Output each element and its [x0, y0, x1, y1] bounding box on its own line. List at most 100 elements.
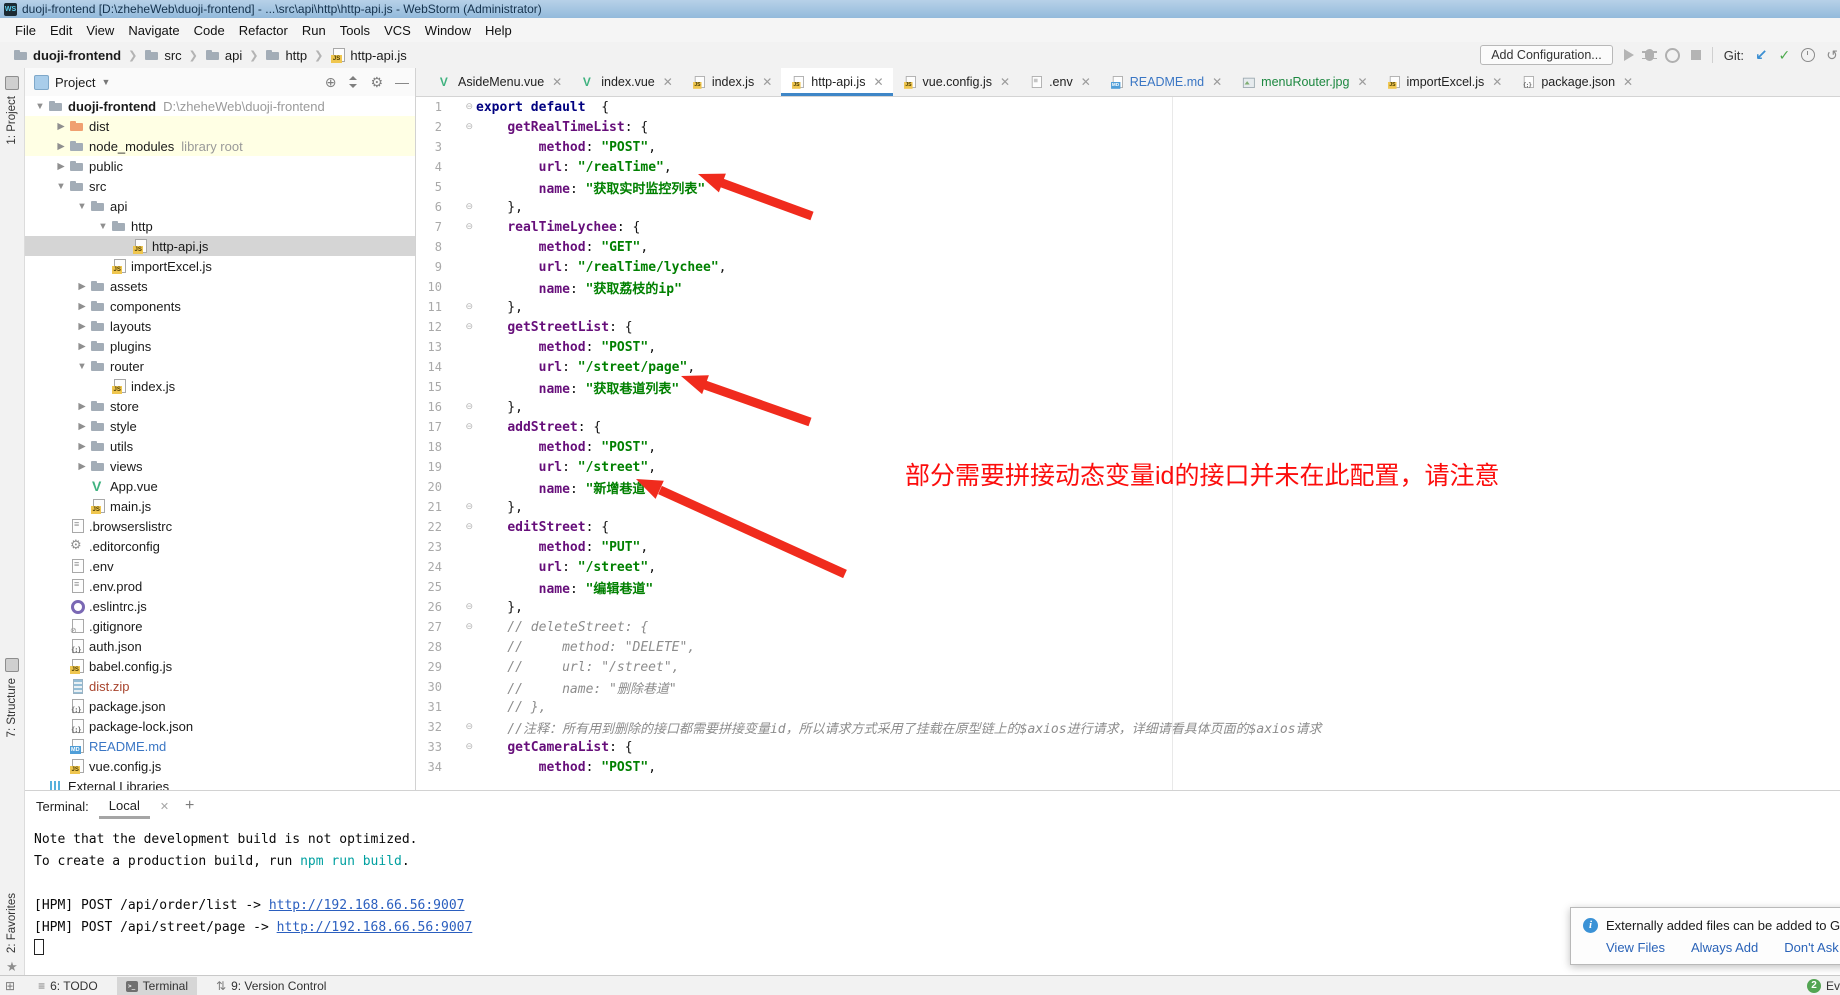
close-icon[interactable]: ✕	[1081, 75, 1091, 89]
menu-window[interactable]: Window	[418, 21, 478, 40]
close-icon[interactable]: ✕	[1357, 75, 1367, 89]
statusbar-item-6--todo[interactable]: ≡6: TODO	[29, 977, 107, 995]
rollback-icon[interactable]: ↺	[1826, 47, 1838, 64]
terminal-link[interactable]: http://192.168.66.56:9007	[277, 920, 473, 935]
run-icon[interactable]	[1624, 49, 1634, 61]
tree-item-main-js[interactable]: main.js	[24, 496, 415, 516]
breadcrumb-item-http[interactable]: http	[262, 46, 310, 64]
tab-readme-md[interactable]: README.md✕	[1100, 68, 1231, 96]
tree-item-src[interactable]: ▼src	[24, 176, 415, 196]
menu-help[interactable]: Help	[478, 21, 519, 40]
breadcrumb-item-http-api-js[interactable]: http-api.js	[327, 46, 409, 64]
tree-item--env-prod[interactable]: .env.prod	[24, 576, 415, 596]
tree-item-app-vue[interactable]: App.vue	[24, 476, 415, 496]
close-icon[interactable]: ✕	[762, 75, 772, 89]
tree-item-components[interactable]: ▶components	[24, 296, 415, 316]
tool-window-switcher-icon[interactable]: ⊞	[5, 979, 15, 993]
tree-item-package-lock-json[interactable]: package-lock.json	[24, 716, 415, 736]
tree-item-http[interactable]: ▼http	[24, 216, 415, 236]
fold-marker-icon[interactable]: ⊖	[442, 122, 476, 132]
tree-item-style[interactable]: ▶style	[24, 416, 415, 436]
statusbar-item-terminal[interactable]: >_Terminal	[117, 977, 197, 995]
tree-item--eslintrc-js[interactable]: .eslintrc.js	[24, 596, 415, 616]
tree-item--env[interactable]: .env	[24, 556, 415, 576]
tree-item-api[interactable]: ▼api	[24, 196, 415, 216]
terminal-tab-local[interactable]: Local	[99, 794, 150, 819]
profiler-icon[interactable]	[1665, 48, 1680, 63]
chevron-right-icon[interactable]: ▶	[74, 461, 90, 472]
chevron-right-icon[interactable]: ▶	[53, 161, 69, 172]
close-icon[interactable]: ✕	[663, 75, 673, 89]
chevron-down-icon[interactable]: ▼	[95, 221, 111, 232]
tree-item-vue-config-js[interactable]: vue.config.js	[24, 756, 415, 776]
sidebar-tab-favorites[interactable]: 2: Favorites ★	[0, 893, 24, 975]
tab-asidemenu-vue[interactable]: AsideMenu.vue✕	[428, 68, 571, 96]
chevron-right-icon[interactable]: ▶	[74, 421, 90, 432]
fold-marker-icon[interactable]: ⊖	[442, 302, 476, 312]
fold-marker-icon[interactable]: ⊖	[442, 202, 476, 212]
add-configuration-button[interactable]: Add Configuration...	[1480, 45, 1613, 65]
collapse-all-icon[interactable]	[348, 76, 358, 88]
chevron-right-icon[interactable]: ▶	[74, 441, 90, 452]
terminal-cursor[interactable]	[34, 939, 44, 955]
tree-item-babel-config-js[interactable]: babel.config.js	[24, 656, 415, 676]
tree-item-package-json[interactable]: package.json	[24, 696, 415, 716]
tree-item-readme-md[interactable]: README.md	[24, 736, 415, 756]
tree-item-views[interactable]: ▶views	[24, 456, 415, 476]
tab-vue-config-js[interactable]: vue.config.js✕	[893, 68, 1020, 96]
fold-marker-icon[interactable]: ⊖	[442, 522, 476, 532]
menu-edit[interactable]: Edit	[43, 21, 79, 40]
fold-marker-icon[interactable]: ⊖	[442, 742, 476, 752]
stop-icon[interactable]	[1691, 50, 1701, 60]
locate-file-icon[interactable]: ⊕	[325, 74, 337, 91]
chevron-right-icon[interactable]: ▶	[74, 281, 90, 292]
tree-item-utils[interactable]: ▶utils	[24, 436, 415, 456]
chevron-down-icon[interactable]: ▼	[32, 101, 48, 112]
panel-settings-icon[interactable]: ⚙	[370, 74, 383, 91]
terminal-link[interactable]: http://192.168.66.56:9007	[269, 898, 465, 913]
tree-item-index-js[interactable]: index.js	[24, 376, 415, 396]
menu-run[interactable]: Run	[295, 21, 333, 40]
fold-marker-icon[interactable]: ⊖	[442, 422, 476, 432]
tab--env[interactable]: .env✕	[1019, 68, 1100, 96]
new-terminal-icon[interactable]: +	[185, 797, 194, 815]
tree-item-public[interactable]: ▶public	[24, 156, 415, 176]
fold-marker-icon[interactable]: ⊖	[442, 502, 476, 512]
debug-icon[interactable]	[1645, 49, 1654, 61]
project-view-selector[interactable]: Project	[55, 75, 95, 90]
close-icon[interactable]: ✕	[160, 800, 169, 813]
breadcrumb-item-api[interactable]: api	[202, 46, 245, 64]
tree-item-dist-zip[interactable]: dist.zip	[24, 676, 415, 696]
event-log-area[interactable]: 2 Ev	[1807, 979, 1840, 993]
history-icon[interactable]	[1801, 48, 1815, 62]
tree-item-router[interactable]: ▼router	[24, 356, 415, 376]
tree-item-importexcel-js[interactable]: importExcel.js	[24, 256, 415, 276]
tree-item--editorconfig[interactable]: .editorconfig	[24, 536, 415, 556]
notification-link-always-add[interactable]: Always Add	[1691, 940, 1758, 955]
tree-item-dist[interactable]: ▶dist	[24, 116, 415, 136]
git-update-icon[interactable]: ↙	[1755, 46, 1768, 64]
fold-marker-icon[interactable]: ⊖	[442, 722, 476, 732]
close-icon[interactable]: ✕	[552, 75, 562, 89]
sidebar-tab-project[interactable]: 1: Project	[0, 76, 24, 145]
editor[interactable]: 1⊖export default {2⊖ getRealTimeList: {3…	[416, 97, 1840, 790]
tree-item-layouts[interactable]: ▶layouts	[24, 316, 415, 336]
chevron-right-icon[interactable]: ▶	[53, 141, 69, 152]
close-icon[interactable]: ✕	[1000, 75, 1010, 89]
notification-link-don-t-ask-agai[interactable]: Don't Ask Agai	[1784, 940, 1840, 955]
tree-item-assets[interactable]: ▶assets	[24, 276, 415, 296]
git-commit-icon[interactable]: ✓	[1779, 47, 1791, 64]
close-icon[interactable]: ✕	[873, 75, 883, 89]
tab-index-vue[interactable]: index.vue✕	[571, 68, 682, 96]
chevron-down-icon[interactable]: ▼	[74, 361, 90, 372]
tree-item-duoji-frontend[interactable]: ▼duoji-frontendD:\zheheWeb\duoji-fronten…	[24, 96, 415, 116]
tab-package-json[interactable]: package.json✕	[1511, 68, 1642, 96]
chevron-right-icon[interactable]: ▶	[74, 301, 90, 312]
breadcrumb-item-src[interactable]: src	[141, 46, 184, 64]
fold-marker-icon[interactable]: ⊖	[442, 602, 476, 612]
close-icon[interactable]: ✕	[1492, 75, 1502, 89]
notification-link-view-files[interactable]: View Files	[1606, 940, 1665, 955]
chevron-right-icon[interactable]: ▶	[53, 121, 69, 132]
close-icon[interactable]: ✕	[1212, 75, 1222, 89]
tab-http-api-js[interactable]: http-api.js✕	[781, 68, 892, 96]
